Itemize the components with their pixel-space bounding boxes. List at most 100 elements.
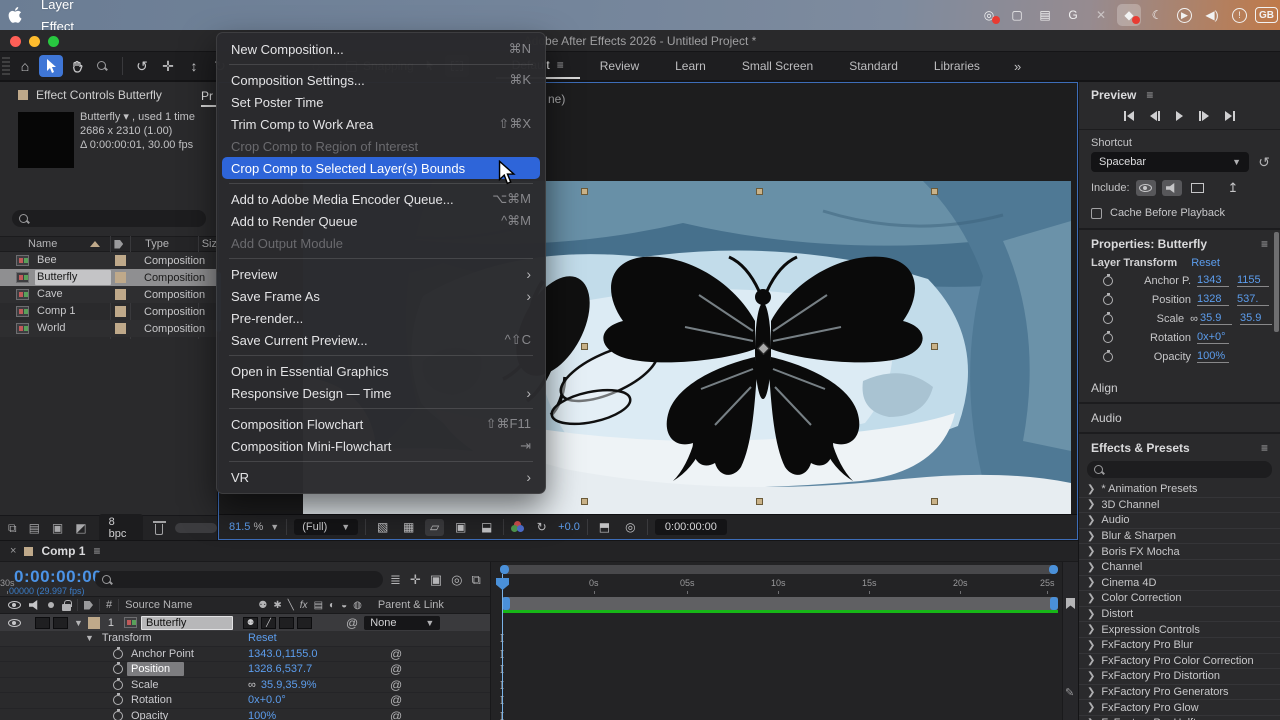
project-row[interactable]: Cave Composition [0, 286, 217, 303]
twirl-icon[interactable]: ❯ [1087, 671, 1095, 682]
column-type[interactable]: Type [145, 238, 202, 250]
previous-frame-button[interactable] [1150, 111, 1160, 121]
effects-category-row[interactable]: ❯ Blur & Sharpen [1079, 529, 1280, 545]
label-color-swatch[interactable] [115, 306, 126, 317]
tray-icon[interactable]: ! [1232, 8, 1247, 23]
zoom-dropdown-icon[interactable]: ▼ [270, 522, 279, 532]
twirl-icon[interactable]: ❯ [1087, 609, 1095, 620]
menu-item[interactable]: Set Poster Time [217, 91, 545, 113]
orbit-camera-tool-icon[interactable]: ↺ [130, 55, 154, 77]
stopwatch-icon[interactable] [1103, 314, 1113, 324]
layer-handle[interactable] [581, 188, 588, 195]
menu-item[interactable]: Save Current Preview... ^⇧C [217, 329, 545, 351]
work-area-bar[interactable] [502, 597, 1058, 610]
twirl-icon[interactable]: ❯ [1087, 687, 1095, 698]
include-video-icon[interactable] [1136, 180, 1156, 196]
rulers-icon[interactable]: ⬓ [477, 519, 496, 536]
effects-category-row[interactable]: ❯ Channel [1079, 560, 1280, 576]
workspace-tab[interactable]: Standard [833, 53, 914, 79]
twirl-icon[interactable]: ❯ [1087, 546, 1095, 557]
workspace-tab[interactable]: Libraries [918, 53, 996, 79]
project-item-name[interactable]: Comp 1 [35, 304, 111, 319]
property-value[interactable]: 1155 [1237, 274, 1269, 287]
menu-item[interactable]: Composition Mini-Flowchart ⇥ [217, 435, 545, 457]
zoom-window-button[interactable] [48, 36, 59, 47]
shortcut-dropdown[interactable]: Spacebar ▼ [1091, 152, 1249, 172]
reset-shortcut-icon[interactable]: ↺ [1258, 154, 1270, 171]
next-frame-button[interactable] [1199, 111, 1209, 121]
time-ruler[interactable]: 0s05s10s15s20s25s30s [0, 541, 1078, 720]
comp-marker-icon[interactable] [1066, 598, 1075, 609]
comp-marker-pencil-icon[interactable]: ✎ [1065, 686, 1074, 699]
workspace-menu-icon[interactable]: ≡ [557, 58, 564, 72]
twirl-icon[interactable]: ❯ [1087, 562, 1095, 573]
project-row[interactable]: Comp 1 Composition [0, 303, 217, 320]
layer-handle[interactable] [931, 188, 938, 195]
twirl-icon[interactable]: ❯ [1087, 484, 1095, 495]
tray-icon[interactable]: ▶ [1177, 8, 1192, 23]
panel-section[interactable]: Align [1079, 374, 1280, 402]
effects-category-row[interactable]: ❯ FxFactory Pro Blur [1079, 638, 1280, 654]
effects-category-row[interactable]: ❯ FxFactory Pro Color Correction [1079, 654, 1280, 670]
delete-icon[interactable] [155, 524, 163, 535]
transform-reset-link[interactable]: Reset [1191, 257, 1220, 269]
sort-ascending-icon[interactable] [90, 241, 100, 247]
viewer-tab-text[interactable]: ne) [548, 92, 565, 106]
property-value[interactable]: 1328 [1197, 293, 1229, 306]
layer-handle[interactable] [756, 188, 763, 195]
apple-menu-icon[interactable] [0, 7, 30, 23]
hand-tool-icon[interactable] [65, 55, 89, 77]
tray-icon[interactable]: GB [1255, 7, 1278, 23]
first-frame-button[interactable] [1124, 111, 1134, 121]
effects-category-row[interactable]: ❯ Boris FX Mocha [1079, 544, 1280, 560]
workspace-tab[interactable]: Review [584, 53, 655, 79]
effects-category-row[interactable]: ❯ Color Correction [1079, 591, 1280, 607]
include-audio-icon[interactable] [1162, 180, 1182, 196]
effects-category-row[interactable]: ❯ FxFactory Pro Glow [1079, 700, 1280, 716]
stopwatch-icon[interactable] [1103, 352, 1113, 362]
menu-item[interactable]: Trim Comp to Work Area ⇧⌘X [217, 113, 545, 135]
property-value[interactable]: 537. [1237, 293, 1269, 306]
effects-category-row[interactable]: ❯ * Animation Presets [1079, 482, 1280, 498]
column-size[interactable]: Siz [202, 238, 217, 250]
play-button[interactable] [1176, 111, 1183, 121]
layer-handle[interactable] [931, 343, 938, 350]
share-frame-icon[interactable]: ↥ [1228, 180, 1239, 196]
transparency-grid-icon[interactable]: ▦ [399, 519, 418, 536]
zoom-level-value[interactable]: 81.5 [229, 521, 250, 533]
menu-item[interactable]: Pre-render... [217, 307, 545, 329]
tray-icon[interactable]: ✕ [1089, 4, 1113, 26]
workspace-tab[interactable]: Small Screen [726, 53, 829, 79]
twirl-icon[interactable]: ❯ [1087, 640, 1095, 651]
effects-category-row[interactable]: ❯ FxFactory Pro Generators [1079, 685, 1280, 701]
project-item-name[interactable]: Bee [35, 253, 111, 268]
color-settings-icon[interactable]: ◩ [75, 521, 86, 535]
zoom-tool-icon[interactable] [91, 55, 115, 77]
property-value[interactable]: 35.9 [1200, 312, 1232, 325]
menu-item[interactable]: New Composition... ⌘N [217, 38, 545, 60]
twirl-icon[interactable]: ❯ [1087, 624, 1095, 635]
last-frame-button[interactable] [1225, 111, 1235, 121]
menu-item[interactable]: Composition Settings... ⌘K [217, 69, 545, 91]
label-column-icon[interactable] [114, 240, 123, 249]
layer-handle[interactable] [581, 343, 588, 350]
tray-icon[interactable]: ◀) [1200, 4, 1224, 26]
stopwatch-icon[interactable] [1103, 295, 1113, 305]
menu-item[interactable]: Responsive Design — Time [217, 382, 545, 404]
selection-tool-icon[interactable] [39, 55, 63, 77]
workspace-tab[interactable]: Learn [659, 53, 722, 79]
project-bit-depth[interactable]: 8 bpc [99, 514, 143, 540]
effects-category-row[interactable]: ❯ FxFactory Pro Distortion [1079, 669, 1280, 685]
twirl-icon[interactable]: ❯ [1087, 593, 1095, 604]
menubar-item[interactable]: Layer [30, 0, 129, 15]
project-search-input[interactable] [12, 210, 206, 227]
menu-item[interactable]: Add Output Module [217, 232, 545, 254]
effects-category-row[interactable]: ❯ FxFactory Pro Halftones [1079, 716, 1280, 720]
playhead-line[interactable] [502, 574, 503, 720]
show-snapshot-icon[interactable]: ◎ [621, 519, 640, 536]
channel-select-icon[interactable] [511, 521, 525, 533]
panel-grip[interactable] [2, 57, 10, 75]
property-value[interactable]: 0x+0° [1197, 331, 1229, 344]
effects-category-row[interactable]: ❯ Cinema 4D [1079, 576, 1280, 592]
property-value[interactable]: 35.9 [1240, 312, 1272, 325]
